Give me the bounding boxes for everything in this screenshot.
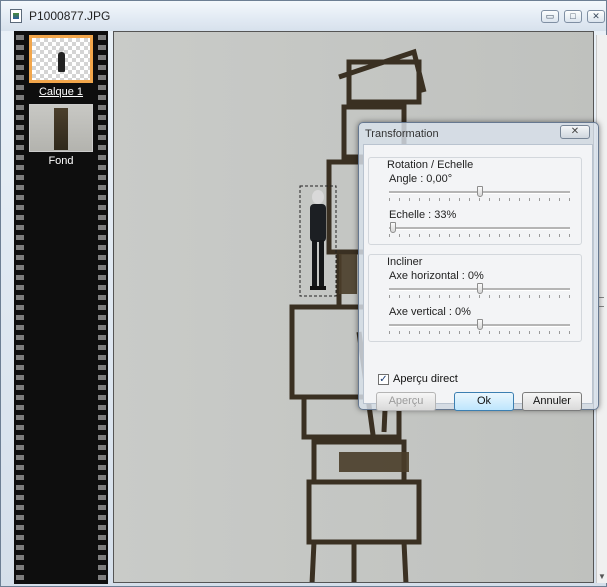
scale-slider-thumb[interactable] xyxy=(389,222,396,233)
slider-ticks xyxy=(389,295,570,298)
slider-track xyxy=(389,227,570,230)
preview-button[interactable]: Aperçu xyxy=(376,392,436,411)
slider-ticks xyxy=(389,234,570,237)
layer-item-fond[interactable]: Fond xyxy=(28,104,94,167)
scale-label: Echelle : 33% xyxy=(389,209,457,221)
title-bar[interactable]: P1000877.JPG ▭ □ ✕ xyxy=(1,1,606,31)
angle-label: Angle : 0,00° xyxy=(389,173,453,185)
live-preview-label[interactable]: Aperçu direct xyxy=(393,373,458,385)
slider-ticks xyxy=(389,331,570,334)
incline-group: Incliner Axe horizontal : 0% Axe vertica… xyxy=(368,254,582,342)
layer-label[interactable]: Fond xyxy=(28,155,94,167)
angle-slider[interactable] xyxy=(389,186,570,201)
close-window-button[interactable]: ✕ xyxy=(587,10,605,23)
scale-slider[interactable] xyxy=(389,222,570,237)
film-perforations-left xyxy=(16,31,24,584)
minimize-button[interactable]: ▭ xyxy=(541,10,559,23)
document-icon xyxy=(10,9,22,23)
window-title: P1000877.JPG xyxy=(29,9,111,23)
layer-label[interactable]: Calque 1 xyxy=(28,86,94,98)
live-preview-checkbox[interactable]: ✓ xyxy=(378,374,389,385)
main-window: P1000877.JPG ▭ □ ✕ Calque 1 Fond ▼ Trans… xyxy=(0,0,607,587)
layer-thumbnail[interactable] xyxy=(29,104,93,152)
horizontal-axis-label: Axe horizontal : 0% xyxy=(389,270,484,282)
group-title: Incliner xyxy=(387,256,423,268)
cancel-button[interactable]: Annuler xyxy=(522,392,582,411)
horizontal-axis-slider[interactable] xyxy=(389,283,570,298)
vertical-axis-label: Axe vertical : 0% xyxy=(389,306,471,318)
layer-item-calque-1[interactable]: Calque 1 xyxy=(28,35,94,98)
transformation-dialog: Transformation ✕ Rotation / Echelle Angl… xyxy=(358,122,599,411)
rotation-scale-group: Rotation / Echelle Angle : 0,00° Echelle… xyxy=(368,157,582,245)
dialog-title[interactable]: Transformation xyxy=(365,128,439,140)
layers-filmstrip: Calque 1 Fond xyxy=(14,31,108,584)
layer-thumbnail[interactable] xyxy=(29,35,93,83)
scrollbar-grip[interactable] xyxy=(599,297,604,307)
film-perforations-right xyxy=(98,31,106,584)
maximize-button[interactable]: □ xyxy=(564,10,582,23)
slider-ticks xyxy=(389,198,570,201)
angle-slider-thumb[interactable] xyxy=(476,186,483,197)
vertical-slider-thumb[interactable] xyxy=(476,319,483,330)
dialog-body: Rotation / Echelle Angle : 0,00° Echelle… xyxy=(363,144,593,411)
dialog-close-button[interactable]: ✕ xyxy=(560,125,590,139)
thumbnail-sculpture xyxy=(54,108,68,150)
horizontal-slider-thumb[interactable] xyxy=(476,283,483,294)
thumbnail-person xyxy=(58,52,65,72)
group-title: Rotation / Echelle xyxy=(387,159,474,171)
ok-button[interactable]: Ok xyxy=(454,392,514,411)
vertical-axis-slider[interactable] xyxy=(389,319,570,334)
scroll-down-arrow-icon[interactable]: ▼ xyxy=(598,572,606,581)
